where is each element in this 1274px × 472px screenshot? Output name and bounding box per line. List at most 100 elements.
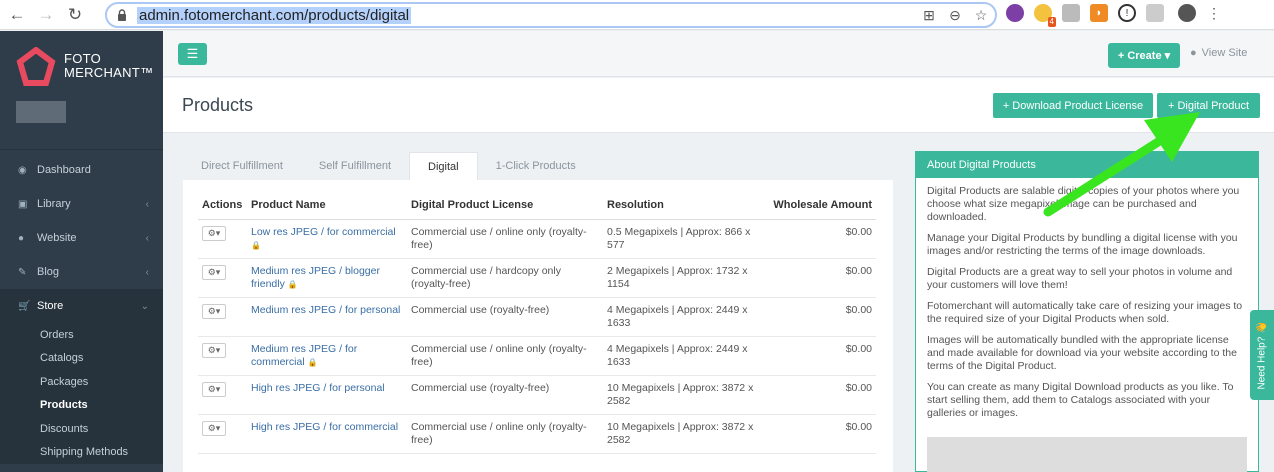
product-name-link[interactable]: Medium res JPEG / blogger friendly bbox=[251, 265, 380, 290]
brand-line-1: FOTO bbox=[64, 51, 102, 66]
col-resolution: Resolution bbox=[603, 192, 763, 220]
sidebar-item-label: Dashboard bbox=[37, 164, 91, 176]
amount-cell: $0.00 bbox=[763, 414, 876, 454]
license-cell: Commercial use / hardcopy only (royalty-… bbox=[407, 258, 603, 298]
sidebar-item-shipping-methods[interactable]: Shipping Methods bbox=[0, 441, 163, 465]
row-actions-gear-button[interactable]: ⚙▾ bbox=[202, 264, 226, 280]
row-actions-gear-button[interactable]: ⚙▾ bbox=[202, 420, 226, 436]
rss-extension-icon[interactable]: ◗ bbox=[1090, 4, 1108, 22]
resolution-cell: 4 Megapixels | Approx: 2449 x 1633 bbox=[603, 297, 763, 337]
about-paragraph: Fotomerchant will automatically take car… bbox=[927, 300, 1243, 325]
license-cell: Commercial use / online only (royalty-fr… bbox=[407, 414, 603, 454]
amount-cell: $0.00 bbox=[763, 219, 876, 259]
sidebar-item-dashboard[interactable]: ◉ Dashboard bbox=[0, 153, 163, 187]
license-cell: Commercial use / online only (royalty-fr… bbox=[407, 219, 603, 259]
lock-icon: 🔒 bbox=[287, 279, 298, 289]
sidebar-item-discounts[interactable]: Discounts bbox=[0, 417, 163, 441]
image-icon: ▣ bbox=[18, 198, 28, 210]
cart-icon: 🛒 bbox=[18, 300, 31, 312]
tab-self-fulfillment[interactable]: Self Fulfillment bbox=[301, 152, 409, 180]
reload-icon[interactable]: ↻ bbox=[63, 3, 87, 27]
license-cell: Commercial use (royalty-free) bbox=[407, 375, 603, 415]
hamburger-menu-button[interactable]: ☰ bbox=[178, 43, 207, 65]
translate-icon[interactable]: ⊞ bbox=[921, 7, 937, 23]
store-submenu: Orders Catalogs Packages Products Discou… bbox=[0, 323, 163, 464]
sidebar-item-label: Blog bbox=[37, 266, 60, 278]
user-name-blurred bbox=[16, 101, 66, 123]
sidebar-item-blog[interactable]: ✎ Blog ‹ bbox=[0, 255, 163, 289]
product-name-link[interactable]: Medium res JPEG / for personal bbox=[251, 304, 400, 316]
sidebar-item-packages[interactable]: Packages bbox=[0, 370, 163, 394]
create-button[interactable]: + Create ▾ bbox=[1108, 43, 1180, 68]
about-paragraph: Digital Products are a great way to sell… bbox=[927, 266, 1233, 291]
brand-line-2: MERCHANT™ bbox=[64, 65, 154, 80]
about-paragraph: You can create as many Digital Download … bbox=[927, 381, 1234, 419]
resolution-cell: 2 Megapixels | Approx: 1732 x 1154 bbox=[603, 258, 763, 298]
sidebar-item-library[interactable]: ▣ Library ‹ bbox=[0, 187, 163, 221]
table-row: ⚙▾ Medium res JPEG / for personal Commer… bbox=[198, 297, 876, 337]
table-row: ⚙▾ Low res JPEG / for commercial 🔒 Comme… bbox=[198, 219, 876, 259]
row-actions-gear-button[interactable]: ⚙▾ bbox=[202, 225, 226, 241]
sidebar-item-store[interactable]: 🛒 Store ⌄ bbox=[0, 289, 163, 323]
row-actions-gear-button[interactable]: ⚙▾ bbox=[202, 381, 226, 397]
tab-direct-fulfillment[interactable]: Direct Fulfillment bbox=[183, 152, 301, 180]
add-digital-product-button[interactable]: + Digital Product bbox=[1157, 93, 1260, 118]
row-actions-gear-button[interactable]: ⚙▾ bbox=[202, 342, 226, 358]
star-icon[interactable]: ☆ bbox=[973, 7, 989, 23]
video-placeholder[interactable] bbox=[927, 437, 1247, 472]
bulb-extension-icon[interactable]: 4 bbox=[1034, 4, 1056, 27]
url-text: admin.fotomerchant.com/products/digital bbox=[137, 6, 412, 24]
product-name-link[interactable]: High res JPEG / for personal bbox=[251, 382, 385, 394]
col-actions: Actions bbox=[198, 192, 247, 220]
col-license: Digital Product License bbox=[407, 192, 603, 220]
sidebar-item-orders[interactable]: Orders bbox=[0, 323, 163, 347]
sidebar-item-label: Website bbox=[37, 232, 77, 244]
resolution-cell: 10 Megapixels | Approx: 3872 x 2582 bbox=[603, 375, 763, 415]
profile-avatar-icon[interactable] bbox=[1178, 4, 1196, 22]
sidebar-item-products[interactable]: Products bbox=[0, 394, 163, 418]
chevron-left-icon: ‹ bbox=[145, 266, 149, 278]
license-cell: Commercial use / online only (royalty-fr… bbox=[407, 336, 603, 376]
chat-extension-icon[interactable] bbox=[1062, 4, 1080, 22]
sidebar-item-catalogs[interactable]: Catalogs bbox=[0, 347, 163, 371]
about-digital-products-panel: About Digital Products Digital Products … bbox=[915, 151, 1259, 472]
resolution-cell: 10 Megapixels | Approx: 3872 x 2582 bbox=[603, 414, 763, 454]
resolution-cell: 4 Megapixels | Approx: 2449 x 1633 bbox=[603, 336, 763, 376]
back-arrow-icon[interactable]: ← bbox=[5, 3, 29, 27]
table-row: ⚙▾ High res JPEG / for personal Commerci… bbox=[198, 375, 876, 415]
view-site-link[interactable]: ● View Site bbox=[1190, 47, 1247, 59]
sidebar-menu: ◉ Dashboard ▣ Library ‹ ● Website ‹ ✎ Blog ‹ 🛒 S… bbox=[0, 153, 163, 464]
zoom-icon[interactable]: ⊖ bbox=[947, 7, 963, 23]
product-tabs: Direct Fulfillment Self Fulfillment Digi… bbox=[183, 152, 594, 180]
product-name-link[interactable]: Medium res JPEG / for commercial bbox=[251, 343, 357, 368]
chevron-down-icon: ⌄ bbox=[140, 300, 149, 312]
tab-digital[interactable]: Digital bbox=[409, 152, 478, 180]
tab-1-click-products[interactable]: 1-Click Products bbox=[478, 152, 594, 180]
about-panel-title: About Digital Products bbox=[916, 152, 1258, 178]
product-name-link[interactable]: High res JPEG / for commercial bbox=[251, 421, 398, 433]
row-actions-gear-button[interactable]: ⚙▾ bbox=[202, 303, 226, 319]
dashboard-icon: ◉ bbox=[18, 164, 27, 176]
license-cell: Commercial use (royalty-free) bbox=[407, 297, 603, 337]
table-row: ⚙▾ Medium res JPEG / for commercial 🔒 Co… bbox=[198, 336, 876, 376]
forward-arrow-icon[interactable]: → bbox=[34, 3, 58, 27]
about-paragraph: Digital Products are salable digital cop… bbox=[927, 185, 1240, 223]
sidebar-item-website[interactable]: ● Website ‹ bbox=[0, 221, 163, 255]
brand-name: FOTO MERCHANT™ bbox=[64, 52, 153, 80]
col-product-name: Product Name bbox=[247, 192, 407, 220]
kebab-menu-icon[interactable]: ⋮ bbox=[1206, 5, 1222, 21]
page-header: Products + Download Product License + Di… bbox=[163, 78, 1274, 133]
info-extension-icon[interactable]: ! bbox=[1118, 4, 1136, 22]
puzzle-extension-icon[interactable] bbox=[1146, 4, 1164, 22]
globe-icon: ● bbox=[18, 232, 25, 244]
download-product-license-button[interactable]: + Download Product License bbox=[993, 93, 1153, 118]
address-bar[interactable]: admin.fotomerchant.com/products/digital … bbox=[105, 2, 997, 28]
need-help-tab[interactable]: Need Help? 👋 bbox=[1250, 310, 1274, 400]
product-name-link[interactable]: Low res JPEG / for commercial bbox=[251, 226, 396, 238]
amount-cell: $0.00 bbox=[763, 297, 876, 337]
sidebar-item-label: Library bbox=[37, 198, 71, 210]
table-row: ⚙▾ High res JPEG / for commercial Commer… bbox=[198, 414, 876, 454]
lock-icon: 🔒 bbox=[307, 357, 318, 367]
color-extension-icon[interactable] bbox=[1006, 4, 1024, 22]
sidebar-divider bbox=[0, 149, 163, 150]
